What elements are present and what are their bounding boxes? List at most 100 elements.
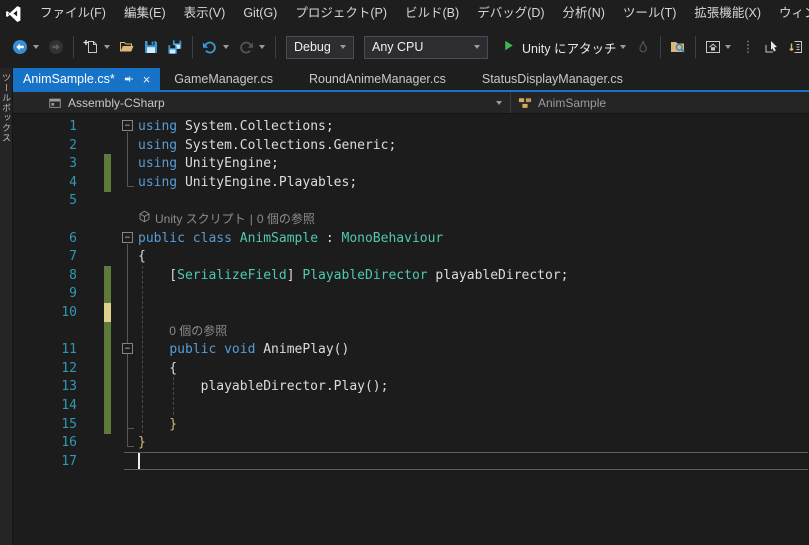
code-line-4[interactable]: 4 using UnityEngine.Playables; xyxy=(13,172,809,192)
toolbar-separator xyxy=(695,36,697,58)
change-bar-green xyxy=(104,377,111,397)
menu-tools[interactable]: ツール(T) xyxy=(614,0,685,26)
sync-with-active-document-button[interactable] xyxy=(784,35,808,59)
sync-doc-icon xyxy=(788,39,804,55)
tab-roundanimemanager-cs[interactable]: RoundAnimeManager.cs xyxy=(295,68,468,90)
toolbar-overflow-icon[interactable] xyxy=(725,45,732,49)
codelens-references-link[interactable]: 0 個の参照 xyxy=(169,322,227,341)
save-all-button[interactable] xyxy=(163,35,187,59)
change-bar-green xyxy=(104,358,111,378)
code-token: public void xyxy=(169,342,256,358)
code-line-17[interactable]: 17 xyxy=(13,451,809,471)
code-line-8[interactable]: 8 [SerializeField] PlayableDirector play… xyxy=(13,265,809,285)
tab-gamemanager-cs[interactable]: GameManager.cs xyxy=(160,68,295,90)
attach-to-unity-label: Unity にアタッチ xyxy=(522,41,617,56)
toolbar-separator xyxy=(275,36,276,58)
code-token: using xyxy=(138,156,178,172)
toolbar-drag-handle[interactable] xyxy=(736,35,760,59)
chevron-down-icon xyxy=(474,45,480,49)
dropdown-value: Any CPU xyxy=(372,40,424,54)
open-file-button[interactable] xyxy=(115,35,139,59)
code-line-1[interactable]: 1 − using System.Collections; xyxy=(13,117,809,136)
menu-file[interactable]: ファイル(F) xyxy=(31,0,115,26)
menu-git[interactable]: Git(G) xyxy=(234,0,286,26)
code-text: using UnityEngine; xyxy=(138,154,279,173)
codelens-info: Unity スクリプト | 0 個の参照 xyxy=(138,210,315,229)
line-number: 11 xyxy=(61,342,77,358)
navigate-backward-button[interactable] xyxy=(8,35,32,59)
undo-button[interactable] xyxy=(198,35,222,59)
menu-project[interactable]: プロジェクト(P) xyxy=(286,0,396,26)
code-line-3[interactable]: 3 using UnityEngine; xyxy=(13,154,809,174)
line-number: 1 xyxy=(69,119,77,134)
close-icon[interactable]: × xyxy=(143,73,151,86)
menu-view[interactable]: 表示(V) xyxy=(175,0,235,26)
code-line-2[interactable]: 2 using System.Collections.Generic; xyxy=(13,136,809,155)
code-line-15[interactable]: 15 } xyxy=(13,414,809,434)
code-line-14[interactable]: 14 xyxy=(13,396,809,415)
menu-build[interactable]: ビルド(B) xyxy=(396,0,468,26)
dropdown-value: Debug xyxy=(294,40,331,54)
menu-analyze[interactable]: 分析(N) xyxy=(554,0,614,26)
chevron-down-icon[interactable] xyxy=(33,45,39,49)
attach-to-unity-button[interactable]: Unity にアタッチ xyxy=(502,38,616,57)
code-token: public class xyxy=(138,230,232,246)
tab-label: AnimSample.cs* xyxy=(23,72,115,86)
menu-window[interactable]: ウィンドウ(W) xyxy=(770,0,809,26)
type-dropdown[interactable]: AnimSample xyxy=(511,92,809,113)
tab-animsample-cs[interactable]: AnimSample.cs* × xyxy=(13,68,161,90)
line-number: 9 xyxy=(69,286,77,302)
tab-statusdisplaymanager-cs[interactable]: StatusDisplayManager.cs xyxy=(468,68,645,90)
chevron-down-icon[interactable] xyxy=(223,45,229,49)
pin-icon[interactable] xyxy=(123,73,135,85)
chevron-down-icon[interactable] xyxy=(104,45,110,49)
startup-view-button[interactable] xyxy=(701,35,725,59)
toolbar-separator xyxy=(192,36,193,58)
codelens-references-link[interactable]: 0 個の参照 xyxy=(257,210,315,229)
tab-label: RoundAnimeManager.cs xyxy=(308,72,446,86)
code-line-5[interactable]: 5 xyxy=(13,191,809,210)
code-line-13[interactable]: 13 playableDirector.Play(); xyxy=(13,377,809,397)
home-window-icon xyxy=(705,39,721,55)
code-line-9[interactable]: 9 xyxy=(13,284,809,304)
project-dropdown[interactable]: Assembly-CSharp xyxy=(13,92,510,113)
fold-collapse-box[interactable]: − xyxy=(122,231,133,243)
code-line-16[interactable]: 16} xyxy=(13,433,809,452)
code-line-10[interactable]: 10 xyxy=(13,303,809,322)
redo-icon xyxy=(238,39,254,55)
toolbar: Debug Any CPU Unity にアタッチ xyxy=(0,26,809,68)
chevron-down-icon xyxy=(340,45,346,49)
find-in-files-button[interactable] xyxy=(666,35,690,59)
menu-extensions[interactable]: 拡張機能(X) xyxy=(685,0,770,26)
code-line-7[interactable]: 7{ xyxy=(13,247,809,266)
change-bar-green xyxy=(104,321,111,341)
menu-debug[interactable]: デバッグ(D) xyxy=(468,0,553,26)
code-line-11[interactable]: 11 − public void AnimePlay() xyxy=(13,340,809,360)
new-file-button[interactable] xyxy=(79,35,103,59)
change-bar-green xyxy=(104,340,111,360)
chevron-down-icon[interactable] xyxy=(496,100,502,105)
save-button[interactable] xyxy=(139,35,163,59)
solution-configuration-dropdown[interactable]: Debug xyxy=(286,35,354,59)
fold-collapse-box[interactable]: − xyxy=(122,343,133,355)
text-caret xyxy=(138,452,140,469)
code-token: playableDirector.Play(); xyxy=(138,379,389,395)
codelens-row: Unity スクリプト | 0 個の参照 xyxy=(13,210,809,229)
visual-studio-logo-icon xyxy=(5,5,22,22)
toolbox-vertical-tab[interactable]: ツールボックス xyxy=(0,73,13,143)
code-editor[interactable]: 1− using System.Collections; 2 using System… xyxy=(13,114,809,545)
line-number: 8 xyxy=(69,267,77,283)
select-container-button[interactable] xyxy=(760,35,784,59)
line-number: 4 xyxy=(69,174,77,190)
line-number: 6 xyxy=(69,230,77,246)
chevron-down-icon[interactable] xyxy=(259,45,265,49)
menu-edit[interactable]: 編集(E) xyxy=(115,0,175,26)
code-line-6[interactable]: 6 − public class AnimSample : MonoBehaviou… xyxy=(13,229,809,248)
chevron-down-icon[interactable] xyxy=(620,45,627,49)
code-text: { xyxy=(138,359,177,378)
code-line-12[interactable]: 12 { xyxy=(13,358,809,378)
main-menu: ファイル(F) 編集(E) 表示(V) Git(G) プロジェクト(P) ビルド(B) デバ… xyxy=(31,0,809,26)
fold-collapse-box[interactable]: − xyxy=(122,120,133,131)
solution-platform-dropdown[interactable]: Any CPU xyxy=(364,35,488,59)
